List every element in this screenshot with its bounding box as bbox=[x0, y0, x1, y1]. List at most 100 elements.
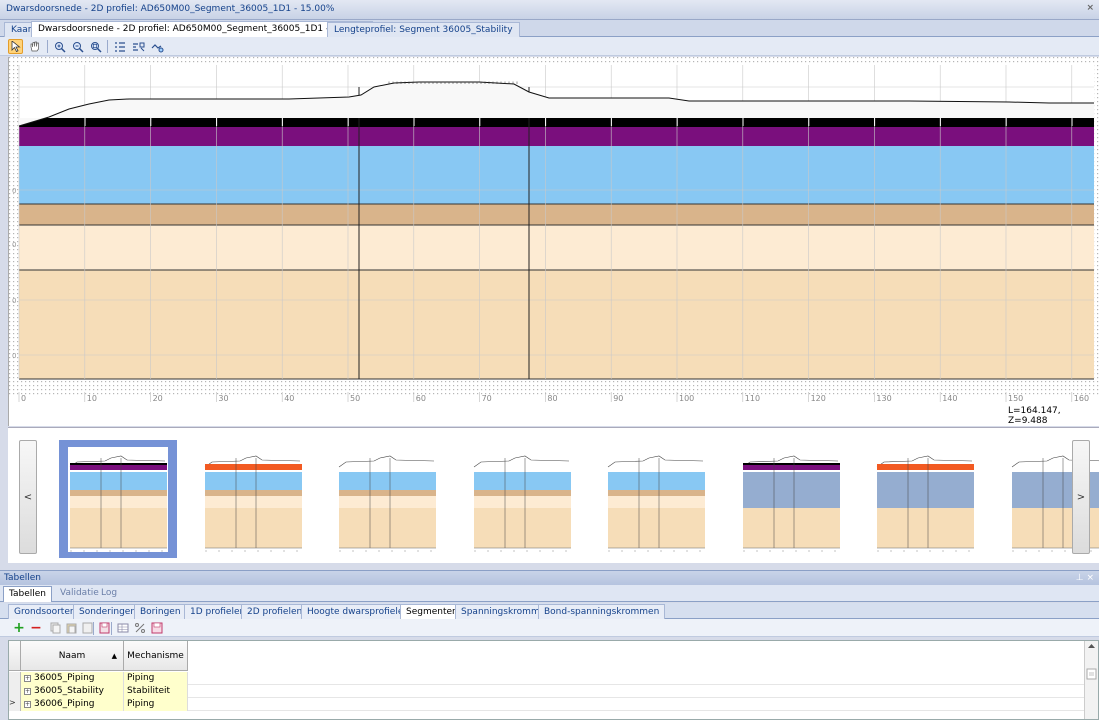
expand-row-icon[interactable]: + bbox=[24, 701, 31, 708]
profile-thumbnail[interactable] bbox=[732, 440, 850, 558]
axis-tick-label: 10 bbox=[87, 394, 97, 403]
zoom-out-icon[interactable] bbox=[70, 39, 85, 54]
tab-sonderingen[interactable]: Sonderingen bbox=[73, 604, 143, 619]
tab-bond-spanningskrommen[interactable]: Bond-spanningskrommen bbox=[538, 604, 666, 619]
tab-dwarsdoorsnede[interactable]: Dwarsdoorsnede - 2D profiel: AD650M00_Se… bbox=[31, 21, 374, 37]
legend-list-icon[interactable] bbox=[112, 39, 127, 54]
thumbnail-mid-layer bbox=[339, 472, 436, 490]
pan-hand-icon[interactable] bbox=[27, 39, 42, 54]
soil-layer-cream bbox=[19, 225, 1094, 270]
table-icon[interactable] bbox=[116, 621, 130, 635]
thumbnails-prev-button[interactable]: < bbox=[19, 440, 37, 554]
axis-tick-label: 30 bbox=[218, 394, 228, 403]
thumbnail-tan-layer bbox=[339, 508, 436, 548]
toolbar-separator bbox=[111, 622, 112, 635]
thumbnail-tan-layer bbox=[608, 508, 705, 548]
remove-row-icon[interactable]: − bbox=[29, 620, 43, 636]
profile-thumbnail[interactable] bbox=[866, 440, 984, 558]
expand-row-icon[interactable]: + bbox=[24, 688, 31, 695]
thumbnail-tan-layer bbox=[742, 508, 840, 548]
profile-tool-icon[interactable] bbox=[150, 39, 165, 54]
export-icon[interactable] bbox=[150, 621, 164, 635]
cut-icon[interactable] bbox=[80, 621, 94, 635]
depth-tick-label: 0 bbox=[12, 241, 16, 249]
table-row[interactable]: > +36006_Piping Piping bbox=[9, 698, 1085, 711]
axis-tick-label: 90 bbox=[613, 394, 623, 403]
profile-thumbnail[interactable] bbox=[463, 440, 581, 558]
expand-row-icon[interactable]: + bbox=[24, 675, 31, 682]
depth-tick-label: 0 bbox=[12, 352, 16, 360]
axis-tick-label: 20 bbox=[153, 394, 163, 403]
pin-close-icon[interactable]: ⊥ × bbox=[1076, 573, 1094, 583]
tab-tabellen[interactable]: Tabellen bbox=[3, 586, 53, 602]
thumbnail-canvas bbox=[606, 447, 706, 552]
grid-toolbar: + − bbox=[0, 619, 1099, 637]
thumbnail-tan-layer bbox=[473, 508, 571, 548]
table-row[interactable]: +36005_Piping Piping bbox=[9, 672, 1085, 685]
tab-log[interactable]: Log bbox=[96, 586, 122, 602]
thumbnail-brown-layer bbox=[608, 490, 705, 496]
cell-naam[interactable]: +36005_Stability bbox=[21, 685, 124, 698]
cross-section-canvas: 0 0 0 0 0 10 20 30 40 50 60 70 80 90 100 110 120 130 140 15… bbox=[9, 57, 1099, 403]
profile-thumbnail[interactable] bbox=[59, 440, 177, 558]
table-row[interactable]: +36005_Stability Stabiliteit bbox=[9, 685, 1085, 698]
current-row-indicator[interactable]: > bbox=[9, 698, 21, 711]
column-header-mechanisme[interactable]: Mechanisme bbox=[124, 641, 188, 671]
row-header[interactable] bbox=[9, 685, 21, 698]
cell-mechanisme[interactable]: Stabiliteit bbox=[124, 685, 188, 698]
thumbnail-canvas bbox=[337, 447, 437, 552]
column-label-mechanisme: Mechanisme bbox=[127, 650, 184, 661]
layers-icon[interactable] bbox=[131, 39, 146, 54]
axis-tick-label: 160 bbox=[1074, 394, 1089, 403]
column-label-naam: Naam bbox=[58, 650, 86, 661]
profile-thumbnail[interactable] bbox=[597, 440, 715, 558]
axis-tick-label: 110 bbox=[745, 394, 760, 403]
thumbnail-top-layer bbox=[877, 464, 974, 470]
axis-tick-label: 100 bbox=[679, 394, 694, 403]
thumbnail-canvas bbox=[875, 447, 975, 552]
sort-ascending-icon: ▲ bbox=[111, 651, 117, 660]
select-arrow-icon[interactable] bbox=[8, 39, 23, 54]
axis-tick-label: 140 bbox=[942, 394, 957, 403]
window-title: Dwarsdoorsnede - 2D profiel: AD650M00_Se… bbox=[6, 4, 335, 14]
cell-mechanisme[interactable]: Piping bbox=[124, 698, 188, 711]
cursor-coordinates-readout: L=164.147, Z=9.488 bbox=[1008, 406, 1061, 426]
percent-icon[interactable] bbox=[133, 621, 147, 635]
add-row-icon[interactable]: + bbox=[12, 620, 26, 636]
profile-thumbnail[interactable] bbox=[328, 440, 446, 558]
axis-tick-label: 150 bbox=[1008, 394, 1023, 403]
axis-tick-label: 40 bbox=[284, 394, 294, 403]
save-icon[interactable] bbox=[97, 621, 111, 635]
paste-icon[interactable] bbox=[64, 621, 78, 635]
row-header[interactable] bbox=[9, 672, 21, 685]
cell-mechanisme[interactable]: Piping bbox=[124, 672, 188, 685]
thumbnail-tan-layer bbox=[70, 508, 167, 548]
profile-thumbnail[interactable] bbox=[194, 440, 312, 558]
tab-boringen[interactable]: Boringen bbox=[134, 604, 187, 619]
tab-grondsoorten[interactable]: Grondsoorten bbox=[8, 604, 82, 619]
profile-thumbnail-strip: < > bbox=[8, 427, 1099, 563]
soil-layer-black bbox=[19, 118, 1094, 127]
tab-lengteprofiel[interactable]: Lengteprofiel: Segment 36005_Stability bbox=[327, 22, 520, 37]
soil-layer-light-blue bbox=[19, 146, 1094, 204]
axis-tick-label: 0 bbox=[21, 394, 26, 403]
close-window-icon[interactable]: × bbox=[1086, 3, 1094, 13]
axis-tick-label: 120 bbox=[811, 394, 826, 403]
thumbnail-cream-layer bbox=[473, 496, 571, 508]
segments-grid: Naam ▲ Mechanisme +36005_Piping Piping +36… bbox=[8, 640, 1099, 720]
copy-icon[interactable] bbox=[48, 621, 62, 635]
depth-tick-label: 0 bbox=[12, 187, 16, 195]
cell-naam[interactable]: +36005_Piping bbox=[21, 672, 124, 685]
zoom-in-icon[interactable] bbox=[52, 39, 67, 54]
column-header-naam[interactable]: Naam ▲ bbox=[21, 641, 124, 671]
cross-section-profile-view[interactable]: 0 0 0 0 0 10 20 30 40 50 60 70 80 90 100 110 120 130 140 15… bbox=[8, 57, 1099, 426]
tab-2d-profielen[interactable]: 2D profielen bbox=[241, 604, 309, 619]
tab-hoogte-dwarsprofielen[interactable]: Hoogte dwarsprofielen bbox=[301, 604, 416, 619]
thumbnail-brown-layer bbox=[473, 490, 571, 496]
cell-naam[interactable]: +36006_Piping bbox=[21, 698, 124, 711]
thumbnail-mid-layer bbox=[70, 472, 167, 490]
thumbnail-cream-layer bbox=[204, 496, 302, 508]
thumbnails-next-button[interactable]: > bbox=[1072, 440, 1090, 554]
zoom-extent-icon[interactable] bbox=[88, 39, 103, 54]
grid-vertical-scrollbar[interactable] bbox=[1084, 641, 1098, 719]
